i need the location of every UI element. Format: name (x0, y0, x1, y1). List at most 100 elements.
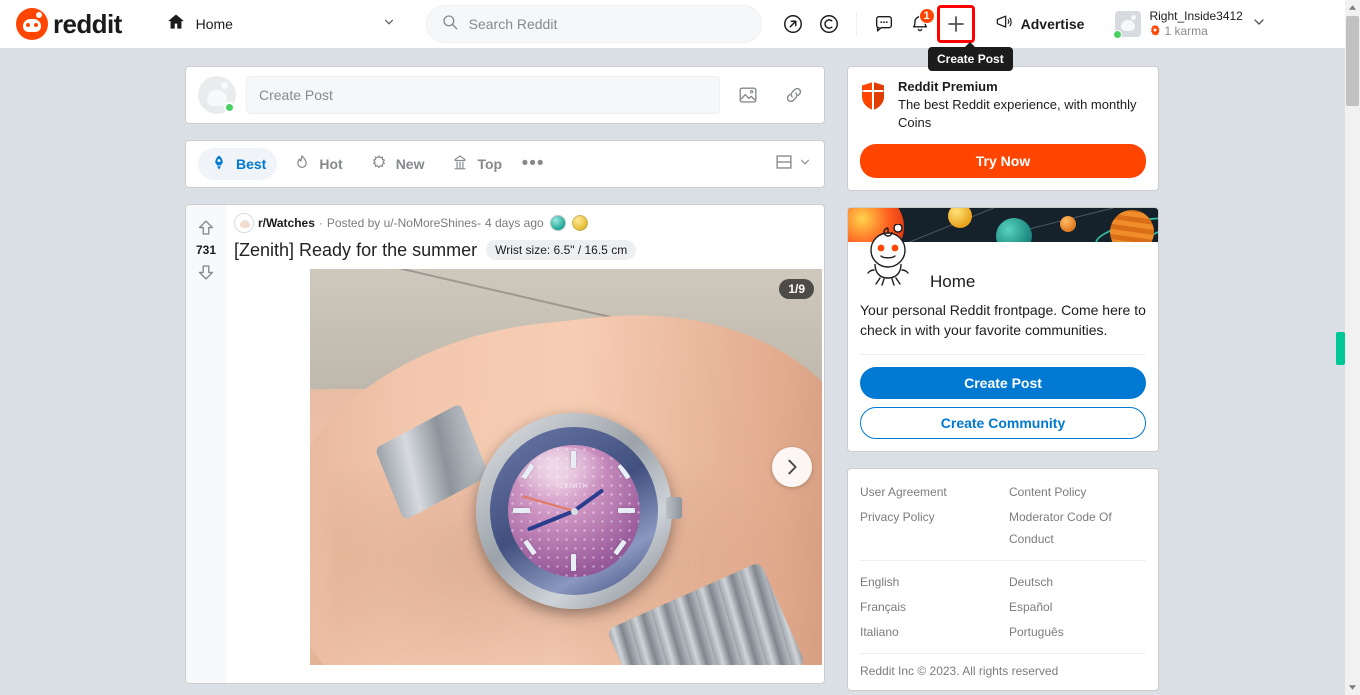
chat-icon[interactable] (867, 7, 901, 41)
home-card-description: Your personal Reddit frontpage. Come her… (860, 302, 1146, 338)
header-icon-group: 1 (776, 5, 975, 43)
scrollbar-up-arrow-icon[interactable] (1345, 0, 1360, 15)
yellow-planet (948, 208, 972, 228)
copyright-text: Reddit Inc © 2023. All rights reserved (860, 664, 1059, 678)
policy-links-group: User Agreement Content Policy Privacy Po… (860, 481, 1146, 550)
page-scroll-marker (1336, 332, 1345, 365)
footer-link-privacy-policy[interactable]: Privacy Policy (860, 506, 997, 550)
create-community-button[interactable]: Create Community (860, 407, 1146, 439)
reddit-premium-card: Reddit Premium The best Reddit experienc… (847, 66, 1159, 191)
post-title-row: [Zenith] Ready for the summer Wrist size… (234, 239, 824, 261)
coins-icon[interactable] (812, 7, 846, 41)
community-dropdown-label: Home (195, 16, 233, 32)
post-title[interactable]: [Zenith] Ready for the summer (234, 239, 477, 261)
silver-award-icon[interactable] (549, 215, 566, 231)
footer-link-english[interactable]: English (860, 571, 997, 593)
scrollbar-down-arrow-icon[interactable] (1345, 680, 1360, 695)
watch-marker (571, 451, 576, 468)
downvote-arrow-icon[interactable] (193, 259, 219, 285)
popular-icon[interactable] (776, 7, 810, 41)
create-post-input[interactable] (246, 76, 720, 114)
chevron-down-icon (1251, 14, 1267, 35)
post-image[interactable]: ZENITH (310, 269, 822, 665)
try-now-button[interactable]: Try Now (860, 144, 1146, 178)
footer-link-moderator-code-of-conduct[interactable]: Moderator Code Of Conduct (1009, 506, 1146, 550)
username-label: Right_Inside3412 (1149, 8, 1243, 23)
notification-badge: 1 (918, 8, 935, 24)
reddit-home-logo[interactable]: reddit (16, 8, 122, 40)
create-post-button[interactable]: Create Post (860, 367, 1146, 399)
scrollbar-thumb[interactable] (1346, 16, 1359, 106)
search-bar[interactable] (425, 5, 762, 43)
sort-tab-label: Top (477, 156, 503, 172)
divider (860, 560, 1146, 561)
watch-bezel: ZENITH (490, 427, 658, 595)
feed-view-selector[interactable] (773, 151, 812, 178)
sort-tab-top[interactable]: Top (439, 148, 513, 180)
search-icon (441, 13, 459, 36)
sort-tab-best[interactable]: Best (198, 148, 278, 180)
create-post-tooltip: Create Post (928, 42, 1013, 71)
house-icon (166, 12, 186, 37)
post-author-link[interactable]: Posted by u/-NoMoreShines- (327, 216, 481, 230)
gold-award-icon[interactable] (571, 215, 588, 231)
subreddit-link[interactable]: r/Watches (258, 216, 315, 230)
post-flair[interactable]: Wrist size: 6.5" / 16.5 cm (486, 240, 637, 260)
chevron-right-icon[interactable] (772, 447, 812, 487)
watch-crown (666, 497, 682, 519)
search-input[interactable] (468, 16, 747, 32)
home-info-card: Home Your personal Reddit frontpage. Com… (847, 207, 1159, 452)
user-menu[interactable]: Right_Inside3412 1 karma (1111, 5, 1272, 43)
notifications-icon[interactable]: 1 (903, 7, 937, 41)
link-icon[interactable] (776, 77, 812, 113)
watch-marker (571, 554, 576, 571)
chevron-down-icon (798, 155, 812, 174)
image-counter: 1/9 (779, 279, 814, 299)
upvote-arrow-icon[interactable] (193, 215, 219, 241)
post-age: 4 days ago (484, 216, 544, 230)
divider (860, 354, 1146, 355)
sparkle-icon (369, 153, 389, 176)
earth-planet (996, 218, 1032, 242)
footer-link-deutsch[interactable]: Deutsch (1009, 571, 1146, 593)
watch-marker (523, 539, 537, 556)
card-view-icon (773, 151, 795, 178)
sort-tab-hot[interactable]: Hot (281, 148, 353, 180)
post-body: r/Watches · Posted by u/-NoMoreShines- 4… (226, 205, 824, 683)
community-dropdown[interactable]: Home (156, 5, 406, 43)
home-card-title: Home (930, 272, 976, 291)
page-content: Best Hot New Top ••• (0, 48, 1345, 695)
snoo-mascot-icon (860, 223, 916, 288)
megaphone-icon (994, 12, 1014, 37)
sort-tab-new[interactable]: New (358, 148, 436, 180)
watch-marker (617, 463, 631, 480)
watch-case: ZENITH (476, 413, 682, 609)
browser-scrollbar[interactable] (1345, 0, 1360, 695)
subreddit-avatar-icon[interactable] (234, 213, 254, 233)
reddit-logo-antenna (36, 12, 42, 18)
post-media-carousel: ZENITH 1/9 (234, 269, 824, 665)
top-navigation-bar: reddit Home 1 (0, 0, 1345, 48)
footer-link-italiano[interactable]: Italiano (860, 621, 997, 643)
premium-subtitle: The best Reddit experience, with monthly… (898, 97, 1137, 130)
footer-link-user-agreement[interactable]: User Agreement (860, 481, 997, 503)
karma-label: 1 karma (1149, 24, 1242, 40)
vote-column: 731 (186, 205, 226, 683)
watch-hand-pivot (570, 507, 578, 515)
header-divider (855, 12, 857, 36)
image-icon[interactable] (730, 77, 766, 113)
sort-tab-label: New (395, 156, 425, 172)
footer-link-francais[interactable]: Français (860, 596, 997, 618)
advertise-button[interactable]: Advertise (981, 7, 1098, 41)
sort-more-options-button[interactable]: ••• (517, 148, 549, 180)
create-post-icon[interactable] (936, 5, 975, 43)
right-sidebar: Reddit Premium The best Reddit experienc… (847, 66, 1159, 691)
chevron-down-icon (382, 15, 396, 34)
footer-link-content-policy[interactable]: Content Policy (1009, 481, 1146, 503)
metadata-separator: · (318, 216, 323, 230)
footer-link-portugues[interactable]: Português (1009, 621, 1146, 643)
avatar[interactable] (198, 76, 236, 114)
footer-link-espanol[interactable]: Español (1009, 596, 1146, 618)
language-links-group: English Deutsch Français Español Italian… (860, 571, 1146, 643)
karma-badge-icon (1149, 24, 1161, 40)
